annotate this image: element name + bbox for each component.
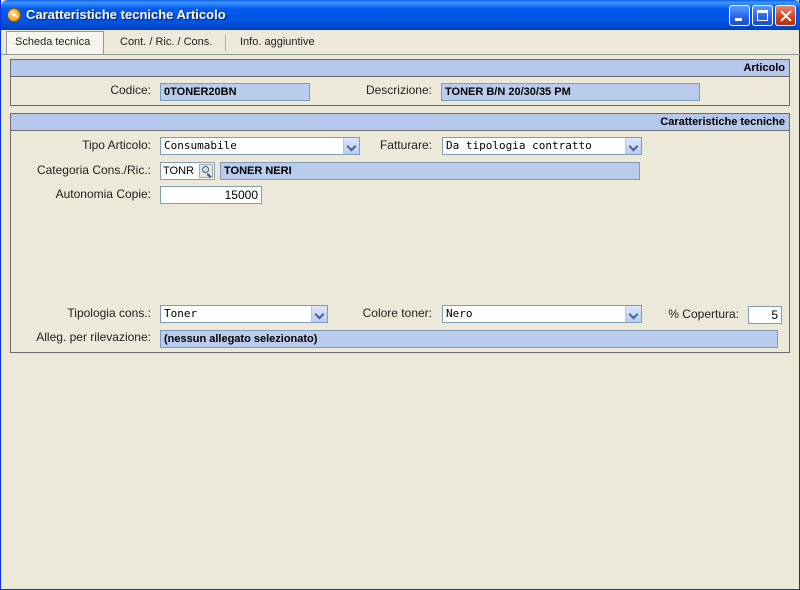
categoria-code-input[interactable]: TONR: [160, 162, 215, 180]
search-icon[interactable]: [199, 164, 213, 178]
categoria-code: TONR: [163, 165, 194, 177]
colore-select[interactable]: Nero: [442, 305, 642, 323]
copertura-label: % Copertura:: [668, 307, 739, 321]
fatturare-select[interactable]: Da tipologia contratto: [442, 137, 642, 155]
codice-label: Codice:: [110, 83, 151, 97]
alleg-label: Alleg. per rilevazione:: [36, 330, 151, 344]
chevron-down-icon[interactable]: [625, 138, 641, 154]
categoria-desc-field: TONER NERI: [220, 162, 640, 180]
maximize-button[interactable]: [752, 5, 773, 26]
minimize-button[interactable]: [729, 5, 750, 26]
autonomia-label: Autonomia Copie:: [55, 187, 151, 201]
app-icon: [7, 8, 21, 22]
articolo-panel: Articolo Codice: 0TONER20BN Descrizione:…: [10, 59, 790, 106]
title-bar[interactable]: Caratteristiche tecniche Articolo: [1, 0, 800, 30]
tipologia-label: Tipologia cons.:: [67, 306, 151, 320]
copertura-input[interactable]: 5: [748, 306, 782, 324]
tipo-articolo-value: Consumabile: [164, 139, 237, 152]
fatturare-value: Da tipologia contratto: [446, 139, 592, 152]
descrizione-label: Descrizione:: [365, 83, 432, 97]
alleg-field[interactable]: (nessun allegato selezionato): [160, 330, 778, 348]
tipologia-select[interactable]: Toner: [160, 305, 328, 323]
tab-cont-ric-cons[interactable]: Cont. / Ric. / Cons.: [112, 32, 220, 54]
tab-separator: [225, 35, 226, 51]
tab-bar: Scheda tecnica Cont. / Ric. / Cons. Info…: [1, 30, 800, 54]
tab-scheda-tecnica[interactable]: Scheda tecnica: [6, 31, 104, 54]
articolo-header: Articolo: [11, 60, 789, 77]
window: Caratteristiche tecniche Articolo Scheda…: [0, 0, 800, 590]
close-button[interactable]: [775, 5, 796, 26]
tipo-articolo-select[interactable]: Consumabile: [160, 137, 360, 155]
categoria-label: Categoria Cons./Ric.:: [36, 163, 151, 177]
colore-value: Nero: [446, 307, 473, 320]
tipo-articolo-label: Tipo Articolo:: [82, 138, 151, 152]
fatturare-label: Fatturare:: [379, 138, 432, 152]
chevron-down-icon[interactable]: [311, 306, 327, 322]
tipologia-value: Toner: [164, 307, 198, 320]
colore-label: Colore toner:: [362, 306, 432, 320]
caratteristiche-panel: Caratteristiche tecniche Tipo Articolo: …: [10, 113, 790, 353]
descrizione-field: TONER B/N 20/30/35 PM: [441, 83, 700, 101]
tab-divider: [1, 54, 800, 55]
chevron-down-icon[interactable]: [625, 306, 641, 322]
tab-info-aggiuntive[interactable]: Info. aggiuntive: [232, 32, 323, 54]
window-title: Caratteristiche tecniche Articolo: [26, 7, 226, 22]
caratteristiche-header: Caratteristiche tecniche: [11, 114, 789, 131]
autonomia-input[interactable]: 15000: [160, 186, 262, 204]
codice-field: 0TONER20BN: [160, 83, 310, 101]
